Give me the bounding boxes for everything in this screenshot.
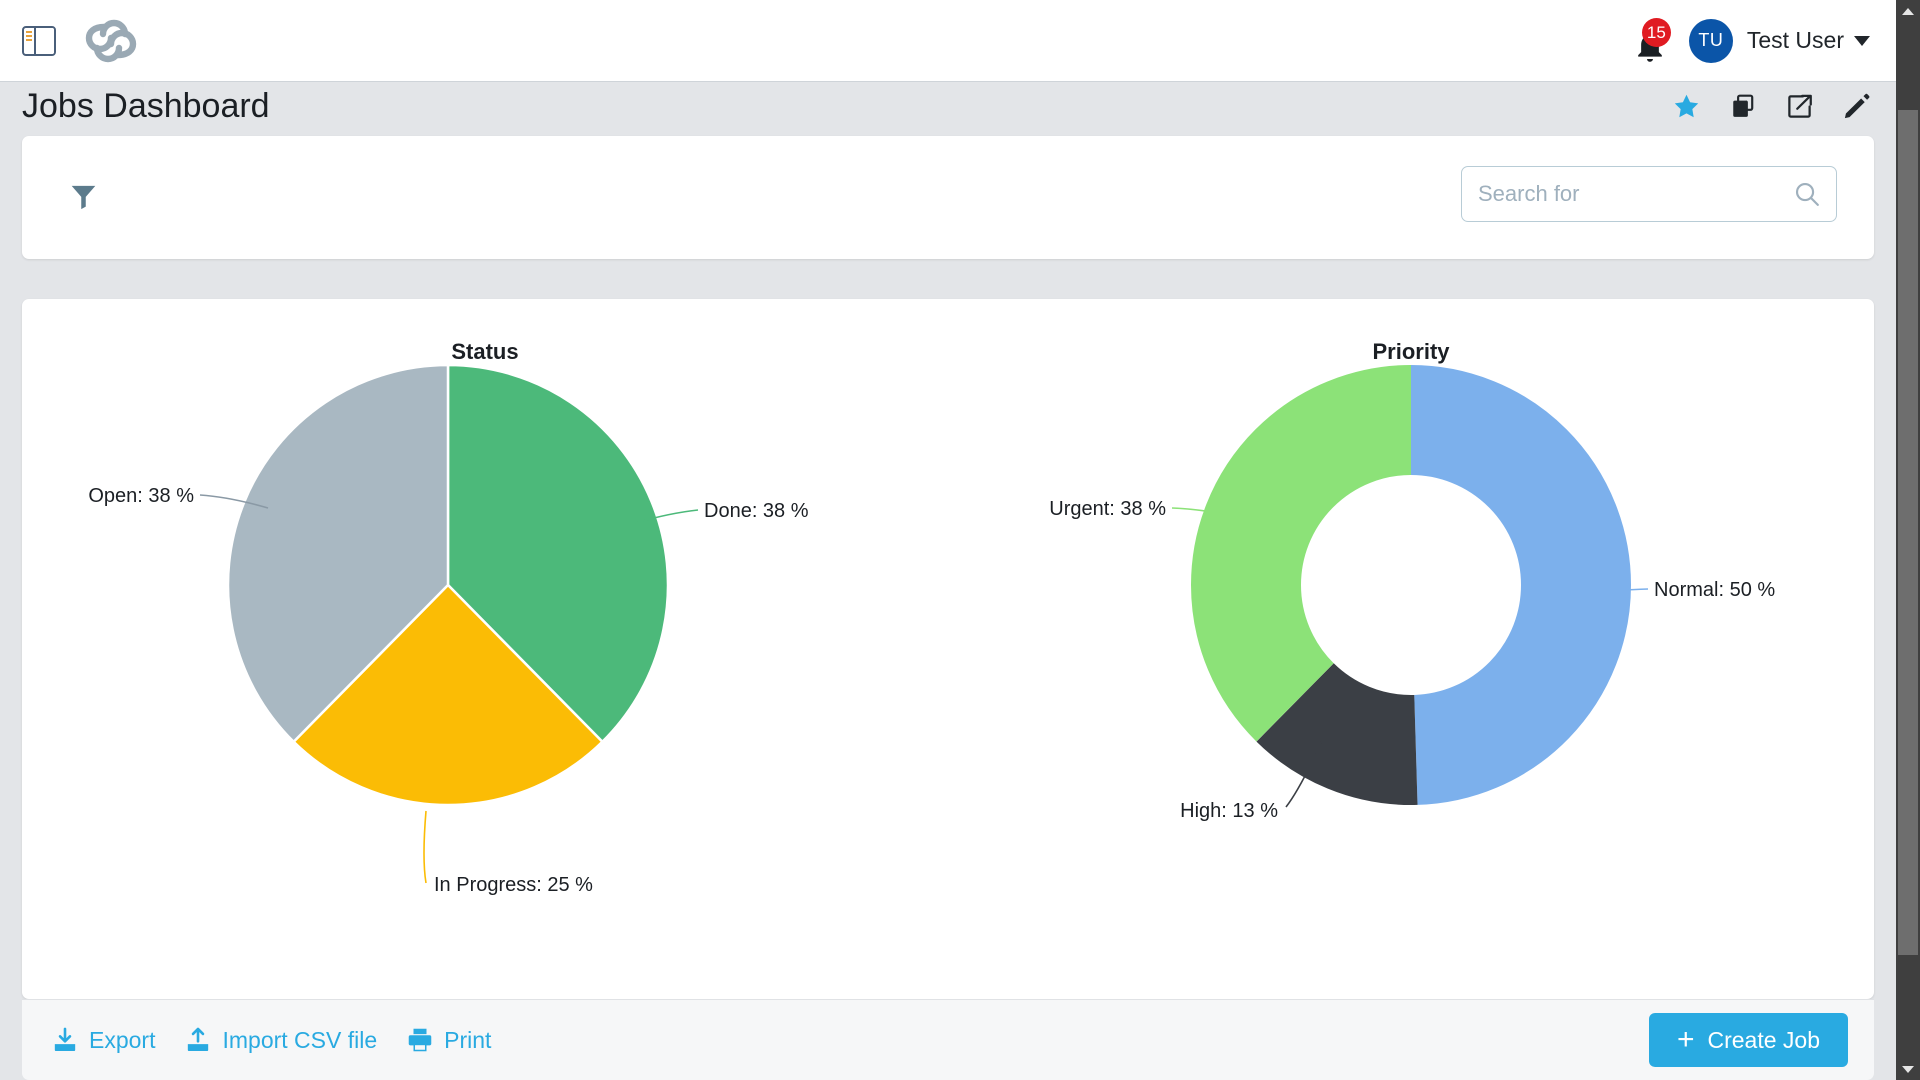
export-label: Export	[89, 1027, 155, 1054]
page-header: Jobs Dashboard	[0, 82, 1896, 130]
chain-link-logo-icon	[84, 18, 138, 64]
status-pie-svg: Done: 38 % Open: 38 % In Progress: 25 %	[22, 299, 948, 999]
import-csv-button[interactable]: Import CSV file	[185, 1027, 377, 1054]
page-scrollbar[interactable]	[1896, 0, 1920, 1080]
user-menu[interactable]: TU Test User	[1689, 19, 1870, 63]
scrollbar-thumb[interactable]	[1898, 110, 1918, 955]
avatar: TU	[1689, 19, 1733, 63]
pencil-icon	[1843, 93, 1870, 120]
app-logo[interactable]	[84, 18, 138, 64]
print-label: Print	[444, 1027, 491, 1054]
donut-label-high: High: 13 %	[1180, 800, 1278, 822]
duplicate-button[interactable]	[1730, 93, 1756, 119]
notifications-button[interactable]: 15	[1629, 18, 1671, 64]
page-title: Jobs Dashboard	[22, 89, 270, 123]
top-navbar: 15 TU Test User	[0, 0, 1896, 82]
search-icon[interactable]	[1794, 181, 1820, 207]
chevron-down-icon	[1854, 36, 1870, 46]
topbar-right-group: 15 TU Test User	[1629, 18, 1896, 64]
user-name-label: Test User	[1747, 27, 1844, 54]
sidebar-toggle-lines	[24, 28, 36, 54]
notification-badge: 15	[1642, 18, 1671, 47]
print-button[interactable]: Print	[407, 1027, 491, 1054]
search-box[interactable]	[1461, 166, 1837, 222]
pie-label-inprogress: In Progress: 25 %	[434, 874, 593, 896]
scroll-up-arrow[interactable]	[1896, 0, 1920, 22]
page-action-group	[1673, 93, 1870, 120]
pie-label-done: Done: 38 %	[704, 500, 809, 522]
status-chart: Status Done: 38 % Open: 38 % In Progress…	[22, 299, 948, 999]
export-button[interactable]: Export	[52, 1027, 155, 1054]
search-input[interactable]	[1478, 181, 1794, 207]
sidebar-toggle-pane	[36, 28, 54, 54]
priority-donut-svg: Normal: 50 % Urgent: 38 % High: 13 %	[948, 299, 1874, 999]
share-icon	[1786, 93, 1813, 120]
edit-button[interactable]	[1843, 93, 1870, 120]
priority-donut-slices	[1246, 420, 1576, 750]
plus-icon: +	[1677, 1025, 1695, 1055]
donut-label-normal: Normal: 50 %	[1654, 579, 1775, 601]
callout-line-inprogress	[424, 811, 426, 883]
share-button[interactable]	[1786, 93, 1813, 120]
card-footer: Export Import CSV file Print + Create Jo…	[22, 999, 1874, 1080]
filter-card	[22, 136, 1874, 259]
star-icon	[1673, 93, 1700, 120]
create-job-button[interactable]: + Create Job	[1649, 1013, 1848, 1067]
status-pie-geometry	[228, 365, 668, 805]
download-icon	[52, 1027, 78, 1053]
printer-icon	[407, 1027, 433, 1053]
scroll-down-arrow[interactable]	[1896, 1058, 1920, 1080]
favorite-button[interactable]	[1673, 93, 1700, 120]
upload-icon	[185, 1027, 211, 1053]
charts-grid: Status Done: 38 % Open: 38 % In Progress…	[22, 299, 1874, 999]
charts-card: Status Done: 38 % Open: 38 % In Progress…	[22, 299, 1874, 999]
pie-label-open: Open: 38 %	[88, 485, 194, 507]
filter-funnel-icon[interactable]	[70, 184, 97, 214]
copy-icon	[1730, 93, 1756, 119]
create-job-label: Create Job	[1707, 1027, 1820, 1054]
import-csv-label: Import CSV file	[222, 1027, 377, 1054]
priority-chart: Priority Normal: 50 % Urgent: 38 % High:…	[948, 299, 1874, 999]
donut-label-urgent: Urgent: 38 %	[1049, 498, 1166, 520]
sidebar-toggle-icon[interactable]	[22, 26, 56, 56]
app-window: 15 TU Test User Jobs Dashboard	[0, 0, 1920, 1080]
